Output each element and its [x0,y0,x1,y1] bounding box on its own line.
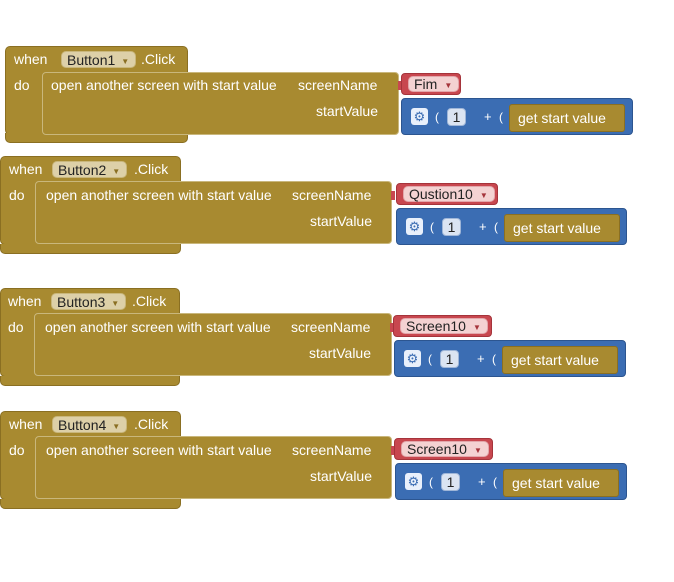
input-notch: ( [494,220,498,234]
plus-operator: + [478,474,486,489]
do-label: do [9,442,25,458]
addition-block[interactable]: ⚙ ( 1 + ( get start value [396,208,627,245]
event-name: .Click [134,161,169,177]
get-start-value-block[interactable]: get start value [509,104,625,132]
screen-value: Fim [414,76,438,92]
screen-dropdown[interactable]: Screen10 ▼ [400,318,488,334]
gear-icon[interactable]: ⚙ [404,350,421,367]
screen-value: Screen10 [407,441,467,457]
component-name: Button2 [58,162,107,178]
event-name: .Click [141,51,176,67]
component-dropdown[interactable]: Button2 ▼ [52,161,128,178]
plus-operator: + [477,351,485,366]
event-footer[interactable] [0,376,180,386]
component-name: Button3 [57,294,106,310]
when-label: when [9,416,43,432]
gear-icon[interactable]: ⚙ [405,473,422,490]
chevron-down-icon: ▼ [473,445,482,455]
screen-name-block[interactable]: Qustion10 ▼ [396,183,498,205]
screen-dropdown[interactable]: Qustion10 ▼ [403,186,495,202]
screenname-label: screenName [298,77,378,93]
number-block[interactable]: 1 [440,350,459,368]
screen-name-block[interactable]: Fim ▼ [401,73,461,95]
event-name: .Click [132,293,167,309]
addition-block[interactable]: ⚙ ( 1 + ( get start value [395,463,627,500]
number-block[interactable]: 1 [442,218,461,236]
startvalue-label: startValue [309,345,371,361]
do-label: do [9,187,25,203]
event-block-button3[interactable]: when Button3 ▼ .Click do open another scr… [0,288,640,388]
input-notch: ( [499,110,503,124]
screen-value: Qustion10 [409,186,473,202]
number-block[interactable]: 1 [447,108,466,126]
component-name: Button4 [58,417,107,433]
gear-icon[interactable]: ⚙ [411,108,428,125]
screenname-label: screenName [292,187,372,203]
screenname-label: screenName [291,319,371,335]
addition-block[interactable]: ⚙ ( 1 + ( get start value [401,98,633,135]
component-name: Button1 [67,52,116,68]
action-label: open another screen with start value [46,442,272,458]
event-block-button1[interactable]: when Button1 ▼ .Click do open another scr… [5,46,645,146]
input-notch: ( [429,475,433,489]
get-start-value-block[interactable]: get start value [504,214,620,242]
event-block-button4[interactable]: when Button4 ▼ .Click do open another scr… [0,411,640,511]
input-notch: ( [430,220,434,234]
chevron-down-icon: ▼ [121,56,130,66]
addition-block[interactable]: ⚙ ( 1 + ( get start value [394,340,626,377]
screen-value: Screen10 [406,318,466,334]
when-label: when [14,51,48,67]
input-notch: ( [435,110,439,124]
event-footer[interactable] [0,244,181,254]
startvalue-label: startValue [316,103,378,119]
chevron-down-icon: ▼ [112,166,121,176]
component-dropdown[interactable]: Button1 ▼ [61,51,137,68]
screen-name-block[interactable]: Screen10 ▼ [393,315,492,337]
get-start-value-block[interactable]: get start value [502,346,618,374]
when-label: when [8,293,42,309]
do-label: do [14,77,30,93]
event-block-button2[interactable]: when Button2 ▼ .Click do open another scr… [0,156,640,256]
when-label: when [9,161,43,177]
input-notch: ( [492,352,496,366]
component-dropdown[interactable]: Button3 ▼ [51,293,127,310]
number-block[interactable]: 1 [441,473,460,491]
gear-icon[interactable]: ⚙ [406,218,423,235]
chevron-down-icon: ▼ [112,421,121,431]
startvalue-label: startValue [310,213,372,229]
do-label: do [8,319,24,335]
component-dropdown[interactable]: Button4 ▼ [52,416,128,433]
action-label: open another screen with start value [46,187,272,203]
get-start-value-block[interactable]: get start value [503,469,619,497]
chevron-down-icon: ▼ [111,298,120,308]
event-footer[interactable] [0,499,181,509]
input-notch: ( [428,352,432,366]
screen-dropdown[interactable]: Screen10 ▼ [401,441,489,457]
action-label: open another screen with start value [51,77,277,93]
action-label: open another screen with start value [45,319,271,335]
event-name: .Click [134,416,169,432]
startvalue-label: startValue [310,468,372,484]
input-notch: ( [493,475,497,489]
socket-connector [391,191,395,200]
screen-dropdown[interactable]: Fim ▼ [408,76,460,92]
chevron-down-icon: ▼ [479,190,488,200]
screenname-label: screenName [292,442,372,458]
chevron-down-icon: ▼ [444,80,453,90]
plus-operator: + [479,219,487,234]
chevron-down-icon: ▼ [472,322,481,332]
screen-name-block[interactable]: Screen10 ▼ [394,438,493,460]
plus-operator: + [484,109,492,124]
